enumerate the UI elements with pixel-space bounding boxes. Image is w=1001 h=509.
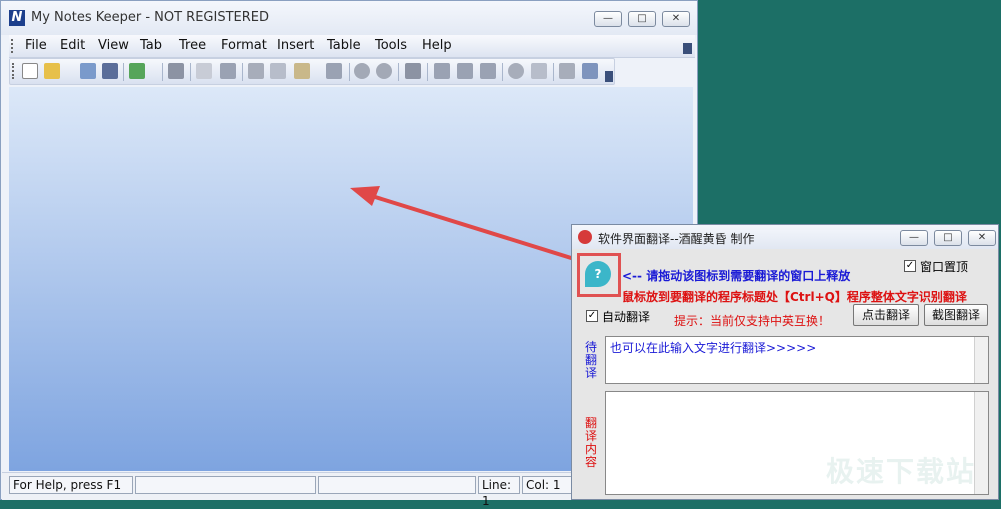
translator-title: 软件界面翻译--酒醒黄昏 制作 — [598, 232, 755, 246]
tip-text: 提示：当前仅支持中英互换！ — [674, 314, 831, 328]
drag-instruction: <-- 请拖动该图标到需要翻译的窗口上释放 — [622, 269, 851, 283]
source-text-input[interactable]: 也可以在此输入文字进行翻译>>>>> — [605, 336, 989, 384]
result-label: 翻译内容 — [584, 416, 597, 469]
translator-minimize-button[interactable]: — — [900, 230, 928, 246]
drag-target-icon[interactable]: ? — [585, 261, 611, 287]
auto-translate-checkbox[interactable]: ✓ — [586, 310, 598, 322]
result-scrollbar[interactable] — [974, 392, 988, 494]
pin-window-label: 窗口置顶 — [920, 260, 969, 274]
arrow-shaft — [371, 194, 585, 264]
hotkey-instruction: 鼠标放到要翻译的程序标题处【Ctrl+Q】程序整体文字识别翻译 — [622, 290, 967, 304]
translator-maximize-button[interactable]: □ — [934, 230, 962, 246]
translator-close-button[interactable]: ✕ — [968, 230, 996, 246]
source-scrollbar[interactable] — [974, 337, 988, 383]
auto-translate-label: 自动翻译 — [602, 310, 651, 324]
click-translate-button[interactable]: 点击翻译 — [853, 304, 919, 326]
pin-window-checkbox[interactable]: ✓ — [904, 260, 916, 272]
arrow-head — [350, 186, 380, 206]
site-watermark: 极速下载站 — [826, 455, 977, 488]
translator-app-icon — [578, 230, 592, 244]
translator-title-bar[interactable]: 软件界面翻译--酒醒黄昏 制作 — □ ✕ — [572, 225, 998, 249]
screenshot-translate-button[interactable]: 截图翻译 — [924, 304, 988, 326]
source-label: 待翻译 — [584, 340, 597, 380]
